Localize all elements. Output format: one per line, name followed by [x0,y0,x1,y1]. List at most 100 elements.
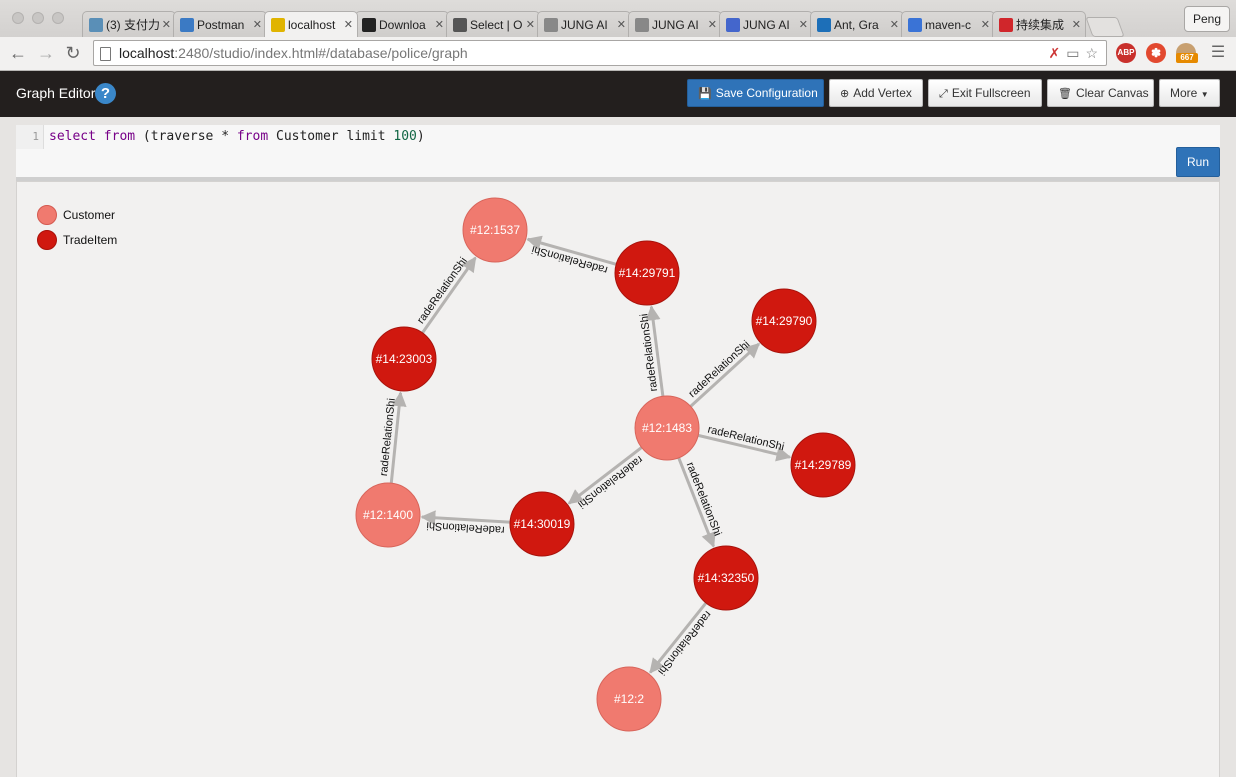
graph-vertex[interactable]: #14:32350 [693,545,759,611]
legend-swatch [37,229,57,250]
forward-icon[interactable]: → [36,43,56,63]
tab-close-icon[interactable]: ✕ [253,18,262,31]
window-close-button[interactable] [12,12,24,24]
url-host: localhost [119,45,175,61]
tab-close-icon[interactable]: ✕ [981,18,990,31]
graph-edge[interactable] [567,446,643,505]
edge-label: radeRelationShi [415,255,470,326]
browser-tab[interactable]: Ant, Gra ✕ [810,11,904,37]
adblock-icon[interactable]: ABP [1116,43,1136,63]
clear-canvas-button[interactable]: 🗑 Clear Canvas [1047,79,1154,107]
graph-vertex[interactable]: #12:1400 [355,482,421,548]
browser-tab[interactable]: maven-c ✕ [901,11,995,37]
keyword-from: from [103,129,136,144]
new-tab-button[interactable] [1085,17,1125,37]
extension-gear-icon[interactable]: ✽ [1146,43,1166,63]
exit-fullscreen-button[interactable]: ⤢ Exit Fullscreen [928,79,1042,107]
page-icon [100,47,111,61]
tab-close-icon[interactable]: ✕ [526,18,535,31]
tab-close-icon[interactable]: ✕ [890,18,899,31]
tab-close-icon[interactable]: ✕ [1072,18,1081,31]
url-text[interactable]: localhost:2480/studio/index.html#/databa… [119,45,468,61]
trash-icon: 🗑 [1058,88,1072,100]
graph-vertex[interactable]: #14:29790 [751,288,817,354]
browser-tab[interactable]: 持续集成 ✕ [992,11,1086,37]
graph-vertex[interactable]: #14:29789 [790,432,856,498]
profile-button[interactable]: Peng [1183,6,1230,32]
graph-edge[interactable] [421,256,477,334]
extension-badge: 667 [1176,53,1198,63]
tab-close-icon[interactable]: ✕ [344,18,353,31]
bookmark-star-icon[interactable]: ☆ [1085,45,1098,62]
browser-tab[interactable]: (3) 支付力 ✕ [82,11,176,37]
keyword-from: from [236,129,269,144]
tab-title: localhost [288,17,336,32]
line-number: 1 [16,125,44,149]
tab-close-icon[interactable]: ✕ [708,18,717,31]
add-vertex-button[interactable]: ⊕ Add Vertex [829,79,923,107]
edge-label: radeRelationShi [706,424,785,454]
tab-close-icon[interactable]: ✕ [435,18,444,31]
resize-icon: ⤢ [939,88,948,100]
tab-close-icon[interactable]: ✕ [162,18,171,31]
code-segment: Customer limit [268,129,394,144]
run-button[interactable]: Run [1176,147,1220,177]
address-bar[interactable]: localhost:2480/studio/index.html#/databa… [93,40,1107,66]
extension-avatar-icon[interactable]: 667 [1176,43,1198,63]
keyword-select: select [49,129,96,144]
browser-tab[interactable]: JUNG AI ✕ [719,11,813,37]
edges-layer: radeRelationShi radeRelationShi radeRelati… [378,235,792,677]
reader-mode-icon[interactable]: ▭ [1066,45,1079,62]
url-path: :2480/studio/index.html#/database/police… [174,45,468,61]
graph-vertex[interactable]: #12:1483 [634,395,700,461]
graph-canvas[interactable]: radeRelationShi radeRelationShi radeRelati… [16,181,1220,777]
tab-close-icon[interactable]: ✕ [799,18,808,31]
add-vertex-label: Add Vertex [853,86,912,100]
window-minimize-button[interactable] [32,12,44,24]
page-icon [544,17,558,32]
vertex-label: #14:30019 [514,517,571,531]
more-label: More [1170,86,1198,100]
browser-tab-strip: (3) 支付力 ✕ Postman ✕ localhost ✕ Downloa ✕ Select… [0,0,1236,37]
browser-tab[interactable]: localhost ✕ [264,11,358,37]
vertex-label: #12:1537 [470,223,520,237]
vertex-label: #14:29789 [795,458,852,472]
graph-svg[interactable]: radeRelationShi radeRelationShi radeRelati… [17,182,1220,777]
query-editor[interactable]: 1 select from (traverse * from Customer … [16,125,1220,182]
blocked-content-icon[interactable]: ✗ [1048,45,1060,62]
browser-tab[interactable]: JUNG AI ✕ [537,11,631,37]
browser-tab[interactable]: JUNG AI ✕ [628,11,722,37]
tab-close-icon[interactable]: ✕ [617,18,626,31]
tab-title: 持续集成 [1016,18,1065,32]
code-segment: ) [416,129,425,144]
graph-vertex[interactable]: #12:1537 [462,197,528,263]
more-dropdown-button[interactable]: More ▼ [1159,79,1220,107]
back-icon[interactable]: ← [8,43,28,63]
legend-label: TradeItem [63,232,118,247]
nodes-layer: #12:1537 #14:29791 #14:23003 #14:29790 #12:1… [355,197,856,732]
tab-title: JUNG AI [743,17,790,32]
tab-title: JUNG AI [561,17,608,32]
jung-icon [726,17,740,32]
tab-title: maven-c [925,17,972,32]
graph-edge[interactable] [689,342,761,408]
graph-vertex[interactable]: #14:29791 [614,240,680,306]
graph-vertex[interactable]: #14:30019 [509,491,575,557]
query-code[interactable]: select from (traverse * from Customer li… [49,129,425,144]
tab-title: Postman [197,17,245,32]
window-zoom-button[interactable] [52,12,64,24]
browser-tab[interactable]: Downloa ✕ [355,11,449,37]
graph-edge[interactable] [649,602,708,674]
help-icon[interactable]: ? [95,83,116,104]
browser-tab[interactable]: Select | O ✕ [446,11,540,37]
graph-vertex[interactable]: #14:23003 [371,326,437,392]
vertex-label: #12:2 [614,692,644,706]
c-icon [999,17,1013,32]
save-configuration-button[interactable]: 💾 Save Configuration [687,79,824,107]
reload-icon[interactable]: ↻ [63,43,83,63]
page-title: Graph Editor [16,85,96,101]
browser-tab[interactable]: Postman ✕ [173,11,267,37]
edge-label: radeRelationShi [575,453,644,510]
graph-vertex[interactable]: #12:2 [596,666,662,732]
menu-icon[interactable]: ☰ [1208,43,1228,63]
